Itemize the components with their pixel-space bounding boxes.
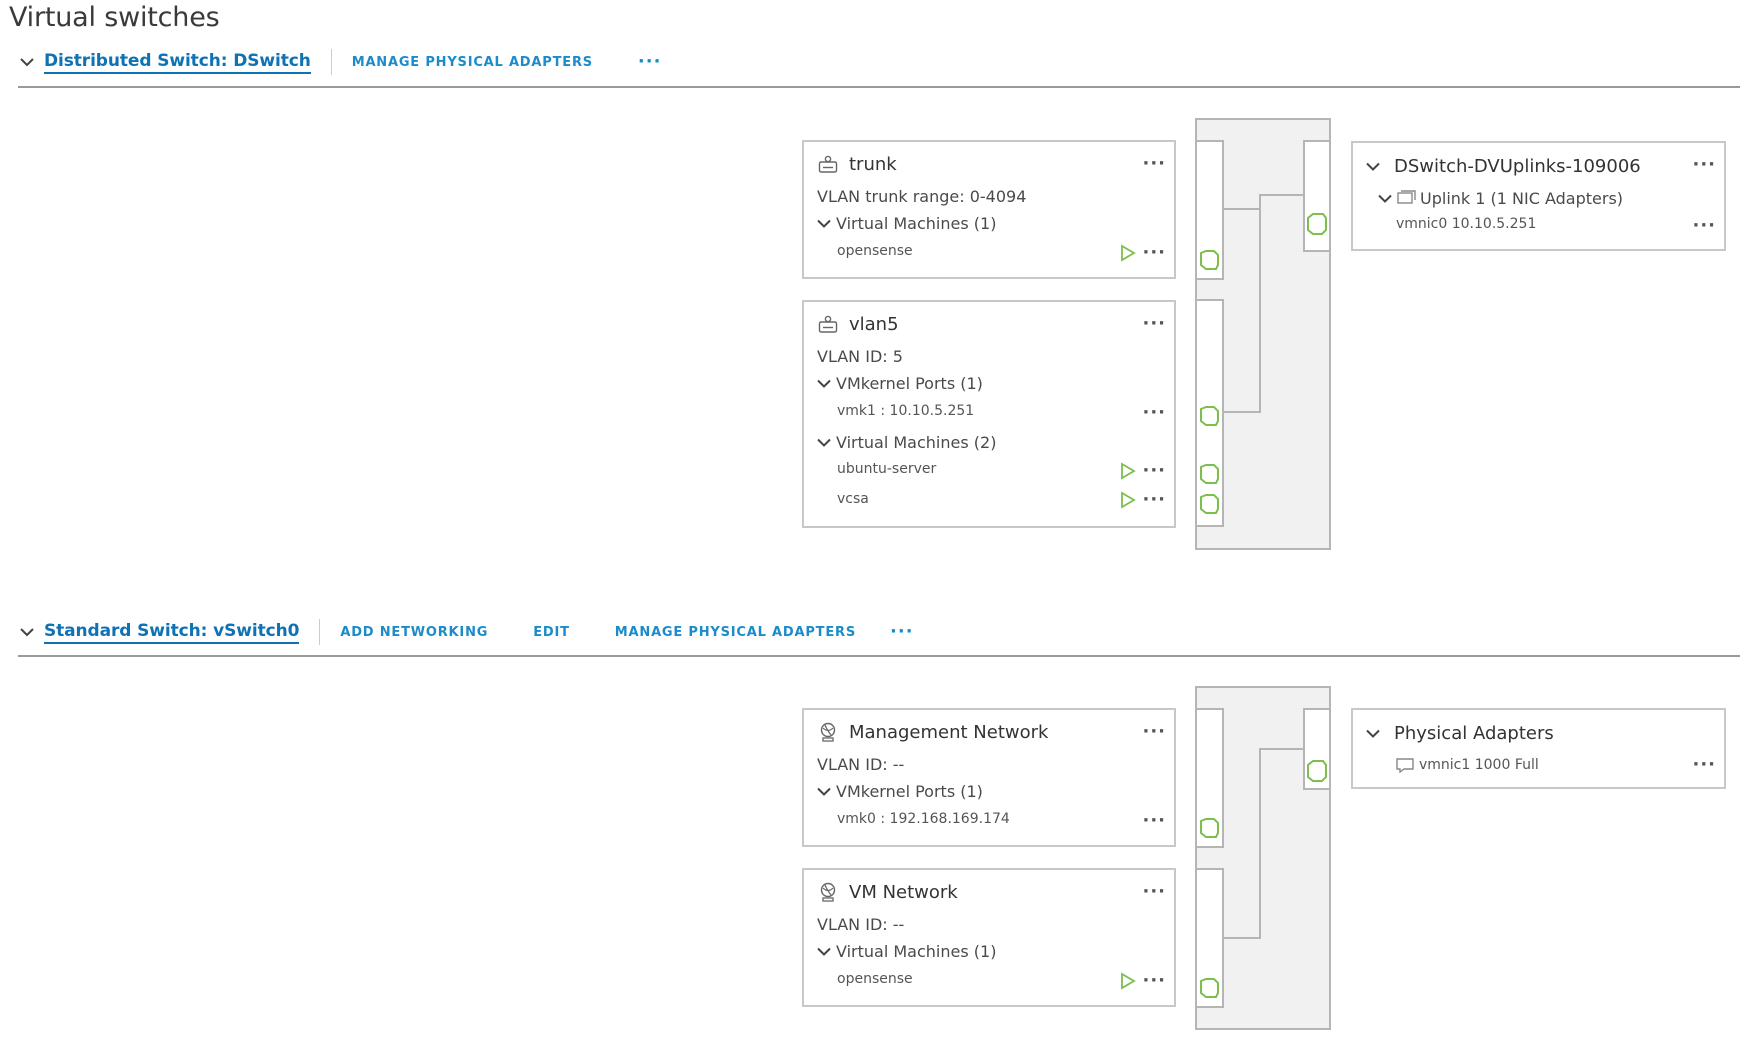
expand-chevron-icon[interactable] (817, 947, 833, 956)
vlan-info: VLAN ID: -- (817, 755, 905, 774)
vm-group-label[interactable]: Virtual Machines (1) (836, 214, 996, 233)
section-divider (18, 655, 1740, 657)
more-actions-button[interactable]: ··· (638, 53, 662, 71)
standard-portgroup-icon (817, 721, 839, 743)
vm-item[interactable]: ubuntu-server (837, 461, 936, 477)
portgroup-more-button[interactable]: ··· (1142, 723, 1166, 741)
header-separator (330, 49, 332, 75)
expand-chevron-icon[interactable] (817, 219, 833, 228)
vmkernel-item[interactable]: vmk1 : 10.10.5.251 (837, 403, 974, 419)
vm-group-label[interactable]: Virtual Machines (2) (836, 433, 996, 452)
uplink-icon (1397, 187, 1417, 209)
physical-adapters-card[interactable]: Physical Adapters vmnic1 1000 Full ··· (1351, 708, 1726, 789)
expand-chevron-icon[interactable] (817, 379, 833, 388)
section-divider (18, 86, 1740, 88)
switch-topology-diagram (1195, 118, 1331, 550)
uplinks-card[interactable]: DSwitch-DVUplinks-109006 ··· Uplink 1 (1… (1351, 141, 1726, 251)
portgroup-card-management-network[interactable]: Management Network ··· VLAN ID: -- VMker… (802, 708, 1176, 847)
uplink-portgroup-name[interactable]: DSwitch-DVUplinks-109006 (1394, 156, 1641, 177)
standard-portgroup-icon (817, 881, 839, 903)
nic-more-button[interactable]: ··· (1692, 217, 1716, 235)
switch-topology-diagram (1195, 686, 1331, 1030)
uplink-label[interactable]: Uplink 1 (1 NIC Adapters) (1420, 189, 1623, 208)
vm-item[interactable]: vcsa (837, 491, 869, 507)
standard-switch-link[interactable]: Standard Switch: vSwitch0 (44, 621, 299, 644)
distributed-portgroup-icon (817, 313, 839, 335)
collapse-chevron-icon[interactable] (20, 625, 34, 639)
portgroup-card-vlan5[interactable]: vlan5 ··· VLAN ID: 5 VMkernel Ports (1) … (802, 300, 1176, 528)
vlan-info: VLAN ID: -- (817, 915, 905, 934)
physical-nic-item[interactable]: vmnic0 10.10.5.251 (1396, 216, 1536, 232)
portgroup-card-trunk[interactable]: trunk ··· VLAN trunk range: 0-4094 Virtu… (802, 140, 1176, 279)
nic-icon (1396, 754, 1416, 776)
portgroup-name[interactable]: Management Network (849, 722, 1048, 743)
vm-group-label[interactable]: Virtual Machines (1) (836, 942, 996, 961)
expand-chevron-icon[interactable] (1366, 729, 1382, 738)
manage-physical-adapters-button[interactable]: MANAGE PHYSICAL ADAPTERS (352, 55, 593, 70)
vm-powered-on-icon (1120, 462, 1136, 484)
physical-adapters-title[interactable]: Physical Adapters (1394, 723, 1554, 744)
expand-chevron-icon[interactable] (817, 787, 833, 796)
distributed-switch-header: Distributed Switch: DSwitch MANAGE PHYSI… (18, 42, 1740, 82)
vmkernel-item[interactable]: vmk0 : 192.168.169.174 (837, 811, 1010, 827)
portgroup-name[interactable]: VM Network (849, 882, 958, 903)
physical-nic-item[interactable]: vmnic1 1000 Full (1419, 757, 1539, 773)
portgroup-more-button[interactable]: ··· (1142, 315, 1166, 333)
vm-powered-on-icon (1120, 491, 1136, 513)
vlan-info: VLAN trunk range: 0-4094 (817, 187, 1027, 206)
vm-more-button[interactable]: ··· (1142, 244, 1166, 262)
vm-item[interactable]: opensense (837, 243, 913, 259)
vmkernel-more-button[interactable]: ··· (1142, 812, 1166, 830)
vm-more-button[interactable]: ··· (1142, 491, 1166, 509)
edit-button[interactable]: EDIT (533, 625, 570, 640)
portgroup-name[interactable]: trunk (849, 154, 897, 175)
vm-powered-on-icon (1120, 244, 1136, 266)
more-actions-button[interactable]: ··· (890, 623, 914, 641)
expand-chevron-icon[interactable] (1366, 162, 1382, 171)
distributed-portgroup-icon (817, 153, 839, 175)
collapse-chevron-icon[interactable] (20, 55, 34, 69)
vm-more-button[interactable]: ··· (1142, 462, 1166, 480)
header-separator (319, 619, 321, 645)
vm-more-button[interactable]: ··· (1142, 972, 1166, 990)
uplinks-more-button[interactable]: ··· (1692, 156, 1716, 174)
nic-more-button[interactable]: ··· (1692, 756, 1716, 774)
distributed-switch-link[interactable]: Distributed Switch: DSwitch (44, 51, 311, 74)
vm-powered-on-icon (1120, 972, 1136, 994)
vm-item[interactable]: opensense (837, 971, 913, 987)
manage-physical-adapters-button[interactable]: MANAGE PHYSICAL ADAPTERS (615, 625, 856, 640)
expand-chevron-icon[interactable] (817, 438, 833, 447)
standard-switch-header: Standard Switch: vSwitch0 ADD NETWORKING… (18, 612, 1740, 652)
portgroup-name[interactable]: vlan5 (849, 314, 899, 335)
portgroup-more-button[interactable]: ··· (1142, 155, 1166, 173)
portgroup-card-vm-network[interactable]: VM Network ··· VLAN ID: -- Virtual Machi… (802, 868, 1176, 1007)
portgroup-more-button[interactable]: ··· (1142, 883, 1166, 901)
page-title: Virtual switches (9, 2, 220, 33)
vlan-info: VLAN ID: 5 (817, 347, 903, 366)
add-networking-button[interactable]: ADD NETWORKING (340, 625, 488, 640)
vmkernel-group-label[interactable]: VMkernel Ports (1) (836, 782, 983, 801)
vmkernel-group-label[interactable]: VMkernel Ports (1) (836, 374, 983, 393)
vmkernel-more-button[interactable]: ··· (1142, 404, 1166, 422)
expand-chevron-icon[interactable] (1378, 194, 1394, 203)
